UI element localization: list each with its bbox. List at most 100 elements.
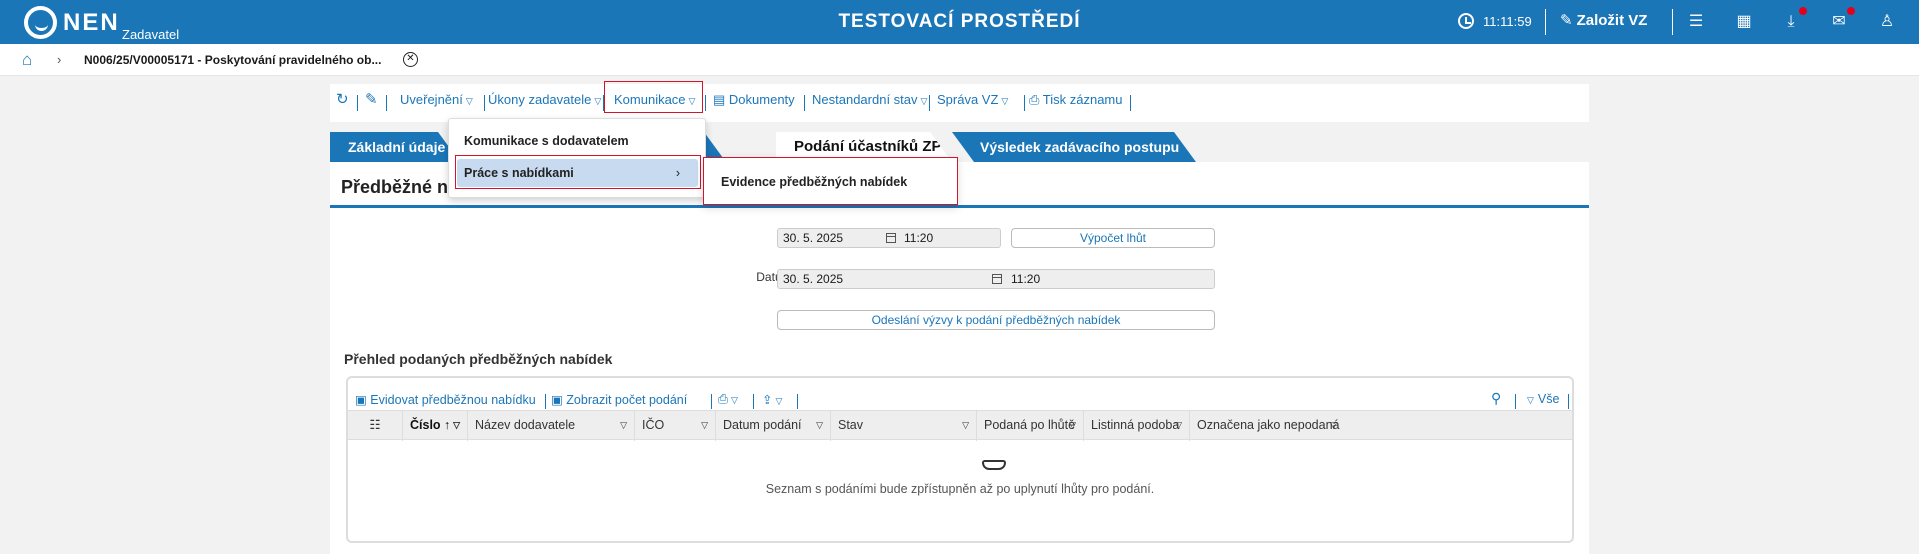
opening-time: 11:20: [1011, 272, 1041, 286]
triangle-down-icon[interactable]: ▽: [1069, 411, 1076, 439]
menu-contract-management[interactable]: Správa VZ ▽: [937, 92, 1008, 107]
column-label: Stav: [838, 418, 864, 432]
column-paper-form[interactable]: Listinná podoba ▽: [1084, 411, 1190, 441]
session-clock: 11:11:59: [1483, 14, 1532, 29]
create-contract-label: Založit VZ: [1576, 12, 1648, 29]
breadcrumb: ⌂ › N006/25/V00005171 - Poskytování prav…: [0, 44, 1919, 76]
highlight-box: [455, 155, 701, 189]
action-toolbar: ↻ ✎ Uveřejnění ▽ Úkony zadavatele ▽ Komuni…: [330, 81, 1589, 122]
divider: [357, 95, 358, 111]
deadline-time: 11:20: [904, 231, 934, 245]
menu-nonstandard-state[interactable]: Nestandardní stav ▽: [812, 92, 927, 107]
notification-dot: [1799, 7, 1807, 15]
calendar-icon[interactable]: [992, 274, 1002, 284]
opening-field[interactable]: 30. 5. 2025 11:20: [777, 269, 1215, 289]
export-menu-button[interactable]: ⇪ ▽: [762, 392, 782, 407]
triangle-down-icon: ▽: [1001, 96, 1009, 106]
divider: [1545, 9, 1546, 35]
menu-contracting-actions[interactable]: Úkony zadavatele ▽: [488, 92, 601, 107]
count-icon: ▣: [551, 393, 567, 407]
column-label: Název dodavatele: [475, 418, 576, 432]
triangle-down-icon: ▽: [1527, 395, 1534, 405]
filter-icon[interactable]: ⚲: [1491, 390, 1501, 407]
column-label: Listinná podoba: [1091, 418, 1180, 432]
divider: [1515, 394, 1516, 409]
calendar-icon[interactable]: [886, 233, 896, 243]
divider: [711, 394, 712, 409]
top-bar: NEN Zadavatel TESTOVACÍ PROSTŘEDÍ 11:11:…: [0, 0, 1919, 44]
column-label: Číslo: [410, 418, 441, 432]
menu-label: Dokumenty: [728, 92, 795, 107]
menu-item-supplier-communication[interactable]: Komunikace s dodavatelem: [457, 127, 698, 155]
column-submission-date[interactable]: Datum podání ▽: [716, 411, 831, 441]
print-icon: ⎙: [718, 392, 729, 406]
triangle-down-icon[interactable]: ▽: [1175, 411, 1182, 439]
tab-procedure-result[interactable]: Výsledek zadávacího postupu: [952, 132, 1196, 162]
refresh-icon[interactable]: ↻: [336, 90, 349, 108]
column-marked-unsubmitted[interactable]: Označena jako nepodaná ▽: [1190, 411, 1344, 441]
empty-state-text: Seznam s podáními bude zpřístupněn až po…: [765, 482, 1155, 496]
triangle-down-icon[interactable]: ▽: [453, 411, 460, 439]
communication-dropdown: Komunikace s dodavatelem Práce s nabídka…: [448, 118, 706, 198]
count-label: Zobrazit počet podání: [566, 393, 688, 407]
mail-icon[interactable]: ✉: [1828, 7, 1855, 33]
menu-print-record[interactable]: ⎙ Tisk záznamu: [1029, 92, 1123, 108]
triangle-down-icon[interactable]: ▽: [620, 411, 627, 439]
print-menu-button[interactable]: ⎙ ▽: [718, 392, 738, 407]
triangle-down-icon[interactable]: ▽: [1330, 411, 1337, 439]
divider: [797, 394, 798, 409]
column-settings-icon[interactable]: ☷: [348, 411, 403, 441]
menu-label: Nestandardní stav: [812, 92, 918, 107]
deadline-date: 30. 5. 2025: [783, 231, 844, 245]
column-late-submission[interactable]: Podaná po lhůtě ▽: [977, 411, 1084, 441]
triangle-down-icon: ▽: [731, 395, 738, 405]
menu-item-preliminary-offers-register[interactable]: Evidence předběžných nabídek: [714, 168, 944, 196]
send-invitation-button[interactable]: Odeslání výzvy k podání předběžných nabí…: [777, 310, 1215, 330]
menu-label: Tisk záznamu: [1042, 92, 1123, 107]
download-icon[interactable]: ⤓: [1780, 7, 1807, 33]
menu-icon[interactable]: ☰: [1685, 11, 1707, 33]
main-panel: Předběžné na Lhůta: 30. 5. 2025 11:20 Vý…: [330, 162, 1589, 554]
column-supplier-name[interactable]: Název dodavatele ▽: [468, 411, 635, 441]
divider: [1568, 394, 1569, 409]
opening-date: 30. 5. 2025: [783, 272, 844, 286]
tab-label: Výsledek zadávacího postupu: [980, 139, 1180, 155]
divider: [484, 95, 485, 111]
column-status[interactable]: Stav ▽: [831, 411, 977, 441]
home-icon[interactable]: ⌂: [22, 50, 32, 70]
edit-icon: ✎: [1560, 12, 1573, 29]
column-ico[interactable]: IČO ▽: [635, 411, 716, 441]
register-label: Evidovat předběžnou nabídku: [370, 393, 536, 407]
divider: [545, 394, 546, 409]
divider: [1672, 9, 1673, 35]
calendar-icon[interactable]: ▦: [1733, 11, 1755, 33]
submissions-grid: ▣ Evidovat předběžnou nabídku ▣ Zobrazit…: [346, 376, 1574, 543]
offer-handling-submenu: Evidence předběžných nabídek: [703, 157, 958, 205]
triangle-down-icon[interactable]: ▽: [701, 411, 708, 439]
section-title: Předběžné na: [341, 177, 459, 197]
highlight-box: [604, 81, 703, 113]
close-icon[interactable]: ✕: [403, 52, 418, 67]
triangle-down-icon: ▽: [465, 96, 473, 106]
triangle-down-icon[interactable]: ▽: [816, 411, 823, 439]
user-icon[interactable]: ♙: [1876, 11, 1898, 33]
divider: [804, 95, 805, 111]
menu-publication[interactable]: Uveřejnění ▽: [400, 92, 473, 107]
triangle-down-icon: ▽: [920, 96, 928, 106]
filter-all-dropdown[interactable]: ▽ Vše: [1524, 392, 1559, 406]
breadcrumb-contract[interactable]: N006/25/V00005171 - Poskytování pravidel…: [84, 53, 381, 67]
tab-basic-info[interactable]: Základní údaje: [330, 132, 460, 162]
show-count-button[interactable]: ▣ Zobrazit počet podání: [551, 392, 687, 407]
calculate-deadlines-button[interactable]: Výpočet lhůt: [1011, 228, 1215, 248]
column-number[interactable]: Číslo ↑ ▽: [403, 411, 468, 441]
menu-documents[interactable]: ▤ Dokumenty: [713, 92, 795, 108]
menu-label: Uveřejnění: [400, 92, 463, 107]
deadline-field[interactable]: 30. 5. 2025 11:20: [777, 228, 1001, 248]
column-label: Podaná po lhůtě: [984, 418, 1076, 432]
create-contract-button[interactable]: ✎ Založit VZ: [1560, 11, 1647, 29]
edit-icon[interactable]: ✎: [365, 90, 378, 108]
register-offer-button[interactable]: ▣ Evidovat předběžnou nabídku: [355, 392, 536, 407]
grid-header: ☷ Číslo ↑ ▽ Název dodavatele ▽ IČO ▽ Datum …: [348, 410, 1572, 441]
clock-icon: [1458, 13, 1474, 29]
triangle-down-icon[interactable]: ▽: [962, 411, 969, 439]
